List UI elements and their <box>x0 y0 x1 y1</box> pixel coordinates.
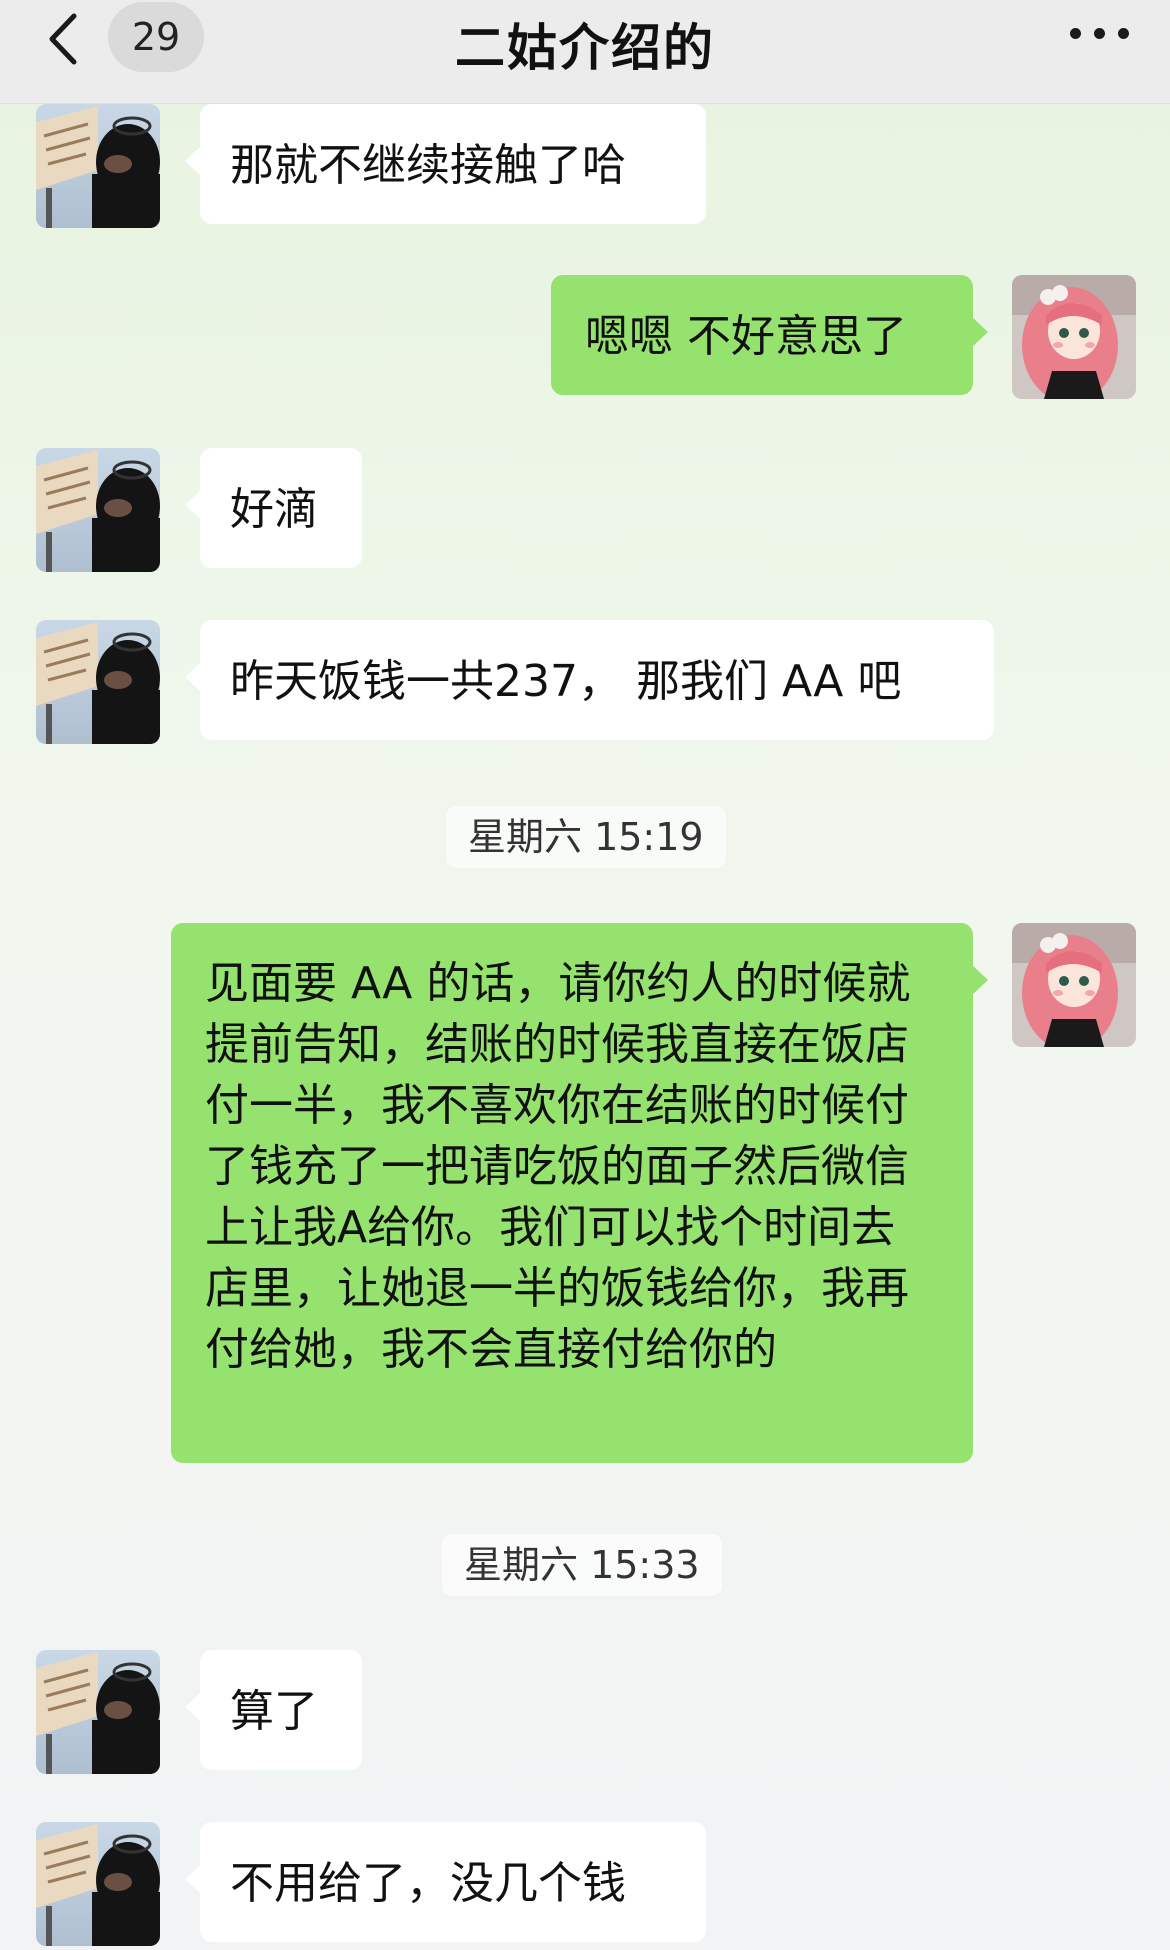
incoming-message-bubble[interactable]: 昨天饭钱一共237， 那我们 AA 吧 <box>185 620 994 740</box>
incoming-message-bubble[interactable]: 算了 <box>185 1650 362 1770</box>
contact-avatar[interactable] <box>36 448 160 572</box>
self-avatar[interactable] <box>1012 923 1136 1047</box>
timestamp-divider: 星期六 15:33 <box>442 1534 722 1596</box>
self-avatar[interactable] <box>1012 275 1136 399</box>
incoming-message-bubble[interactable]: 那就不继续接触了哈 <box>185 104 706 224</box>
chat-title: 二姑介绍的 <box>455 19 715 77</box>
incoming-message-bubble[interactable]: 不用给了，没几个钱 <box>185 1822 706 1942</box>
outgoing-message-bubble[interactable]: 见面要 AA 的话，请你约人的时候就提前告知，结账的时候我直接在饭店付一半，我不… <box>171 923 988 1463</box>
contact-avatar[interactable] <box>36 1822 160 1946</box>
contact-avatar[interactable] <box>36 1650 160 1774</box>
contact-avatar[interactable] <box>36 620 160 744</box>
chat-navbar: 29 二姑介绍的 <box>0 0 1170 104</box>
contact-avatar[interactable] <box>36 104 160 228</box>
outgoing-message-bubble[interactable]: 嗯嗯 不好意思了 <box>551 275 988 395</box>
ellipsis-icon[interactable] <box>1070 28 1130 48</box>
incoming-message-bubble[interactable]: 好滴 <box>185 448 362 568</box>
timestamp-divider: 星期六 15:19 <box>446 806 726 868</box>
